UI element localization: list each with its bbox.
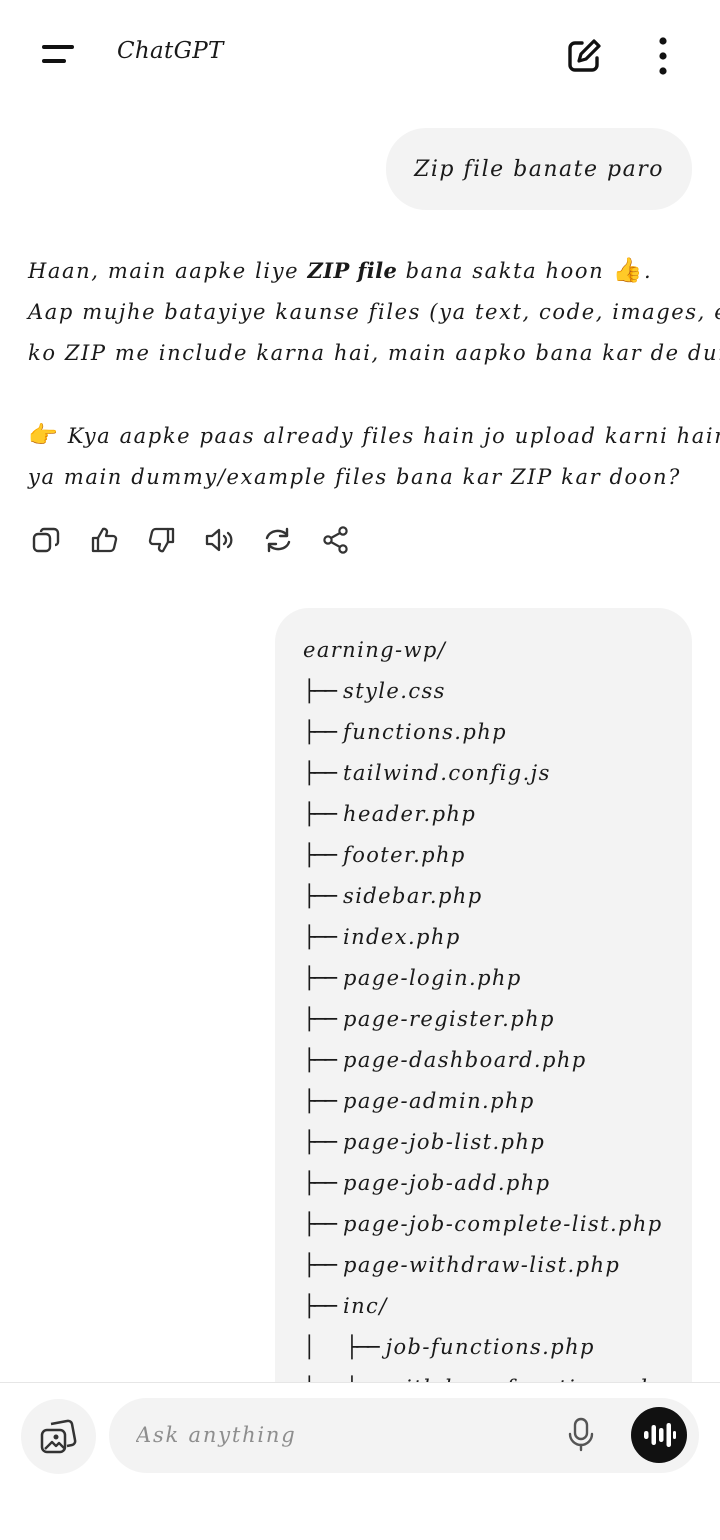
tree-item-name: style.css [343,679,446,703]
tree-branch: ├── [303,720,337,744]
tree-branch: ├── [303,1294,337,1318]
tree-nested-prefix: │ [303,1335,346,1359]
tree-item-name: sidebar.php [343,884,483,908]
tree-branch: ├── [303,1048,337,1072]
tree-item-name: job-functions.php [385,1335,595,1359]
tree-item: ├── page-job-complete-list.php [303,1204,692,1245]
tree-item: ├── inc/ [303,1286,692,1327]
tree-item: ├── page-job-list.php [303,1122,692,1163]
conversation: Zip file banate paro Haan, main aapke li… [0,110,720,1382]
tree-branch: ├── [303,1171,337,1195]
tree-item: ├── tailwind.config.js [303,753,692,794]
tree-item-name: page-register.php [343,1007,555,1031]
tree-item-name: page-dashboard.php [343,1048,587,1072]
user-message-text: Zip file banate paro [414,156,664,182]
tree-nested-item: │ ├── job-functions.php [303,1327,692,1368]
microphone-icon[interactable] [561,1415,601,1455]
tree-branch: ├── [303,761,337,785]
pointing-hand-emoji: 👉 [28,421,60,449]
tree-branch: ├── [303,1212,337,1236]
app-title: ChatGPT [117,38,224,64]
regenerate-icon[interactable] [258,520,298,560]
user-message: Zip file banate paro [386,128,692,210]
tree-branch: ├── [303,843,337,867]
tree-item: ├── style.css [303,671,692,712]
thumbs-up-icon[interactable] [84,520,124,560]
top-bar: ChatGPT [0,0,720,110]
image-gallery-icon[interactable] [21,1399,96,1474]
tree-branch: ├── [303,1007,337,1031]
tree-item-name: header.php [343,802,477,826]
tree-branch: ├── [303,679,337,703]
tree-item: ├── page-dashboard.php [303,1040,692,1081]
tree-item-name: tailwind.config.js [343,761,551,785]
tree-branch: ├── [345,1335,380,1359]
tree-item-name: functions.php [343,720,507,744]
tree-item: ├── page-register.php [303,999,692,1040]
user-message-file-tree: earning-wp/ ├── style.css ├── functions.p… [275,608,692,1382]
tree-branch: ├── [303,1130,337,1154]
tree-item-name: page-job-add.php [343,1171,551,1195]
more-vertical-icon[interactable] [648,34,678,78]
tree-item: ├── page-admin.php [303,1081,692,1122]
tree-item-name: page-job-list.php [343,1130,546,1154]
tree-item: ├── header.php [303,794,692,835]
tree-item: ├── page-login.php [303,958,692,999]
tree-item-name: page-admin.php [343,1089,535,1113]
tree-branch: ├── [303,802,337,826]
tree-nested-item: │ ├── withdraw-functions.php [303,1368,692,1382]
tree-item-name: inc/ [343,1294,388,1318]
tree-item: ├── index.php [303,917,692,958]
tree-item-name: page-job-complete-list.php [343,1212,663,1236]
assistant-line: ya main dummy/example files bana kar ZIP… [28,465,681,489]
tree-item: ├── functions.php [303,712,692,753]
tree-branch: ├── [303,1089,337,1113]
share-icon[interactable] [316,520,356,560]
tree-item-name: footer.php [343,843,466,867]
assistant-message: Haan, main aapke liye ZIP file bana sakt… [28,250,720,498]
tree-root: earning-wp/ [303,638,447,662]
assistant-line: ko ZIP me include karna hai, main aapko … [28,341,720,365]
assistant-line: 👉 Kya aapke paas already files hain jo u… [28,421,720,449]
read-aloud-icon[interactable] [200,520,240,560]
tree-item: ├── sidebar.php [303,876,692,917]
tree-item-name: index.php [343,925,461,949]
tree-branch: ├── [303,1253,337,1277]
thumbs-down-icon[interactable] [142,520,182,560]
thumbs-up-emoji: 👍 [612,256,645,284]
bold-text: ZIP file [307,258,398,283]
tree-branch: ├── [303,966,337,990]
tree-branch: ├── [303,925,337,949]
message-input[interactable] [136,1414,536,1456]
chat-app: ChatGPT Zip file banate paro Haan, main … [0,0,720,1540]
voice-mode-icon[interactable] [631,1407,687,1463]
message-input-container [109,1398,699,1473]
new-chat-icon[interactable] [562,34,606,78]
tree-item: ├── page-job-add.php [303,1163,692,1204]
copy-icon[interactable] [26,520,66,560]
tree-item: ├── footer.php [303,835,692,876]
hamburger-menu-icon[interactable] [36,34,80,74]
assistant-line: Aap mujhe batayiye kaunse files (ya text… [28,300,720,324]
composer [0,1382,720,1540]
tree-branch: ├── [303,884,337,908]
assistant-line: Haan, main aapke liye ZIP file bana sakt… [28,256,653,284]
tree-item: ├── page-withdraw-list.php [303,1245,692,1286]
message-actions [26,520,356,560]
tree-item-name: page-withdraw-list.php [343,1253,621,1277]
tree-item-name: page-login.php [343,966,522,990]
